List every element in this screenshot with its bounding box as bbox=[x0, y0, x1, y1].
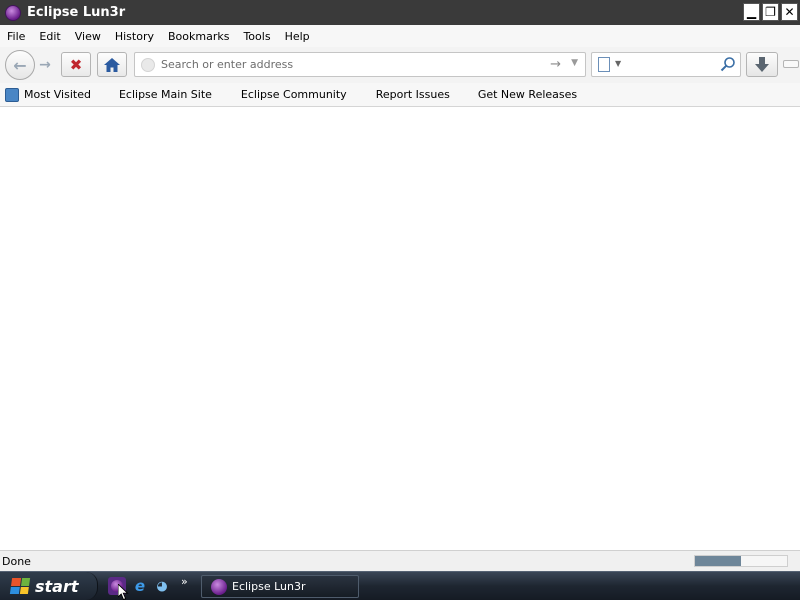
toolbar-overflow-button[interactable] bbox=[783, 60, 799, 68]
menu-help[interactable]: Help bbox=[278, 30, 317, 43]
menu-edit[interactable]: Edit bbox=[32, 30, 67, 43]
eclipse-icon bbox=[5, 4, 21, 21]
bookmark-report-issues[interactable]: Report Issues bbox=[376, 88, 450, 101]
bookmark-eclipse-community[interactable]: Eclipse Community bbox=[241, 88, 347, 101]
address-input[interactable] bbox=[161, 58, 541, 71]
start-label: start bbox=[35, 576, 79, 596]
download-button[interactable] bbox=[746, 52, 778, 77]
most-visited-icon bbox=[5, 87, 19, 102]
menu-bar: File Edit View History Bookmarks Tools H… bbox=[0, 25, 800, 47]
navigation-toolbar: ← → ✖ → ▼ ▼ bbox=[0, 47, 800, 83]
address-bar[interactable]: → ▼ bbox=[134, 52, 586, 77]
bookmark-label: Eclipse Community bbox=[240, 88, 347, 101]
progress-meter bbox=[694, 555, 788, 567]
menu-view[interactable]: View bbox=[68, 30, 108, 43]
forward-arrow-icon: → bbox=[39, 57, 51, 73]
menu-history[interactable]: History bbox=[108, 30, 161, 43]
bookmark-most-visited[interactable]: Most Visited bbox=[5, 87, 91, 102]
status-bar: Done bbox=[0, 550, 800, 571]
title-bar[interactable]: Eclipse Lun3r ▁ ❐ ✕ bbox=[0, 0, 800, 25]
search-bar[interactable]: ▼ bbox=[591, 52, 741, 77]
bookmark-label: Report Issues bbox=[375, 88, 450, 101]
restore-button[interactable]: ❐ bbox=[762, 3, 779, 21]
quicklaunch-internet-explorer-icon[interactable]: e bbox=[131, 577, 149, 595]
mouse-cursor-icon bbox=[118, 584, 129, 600]
back-arrow-icon: ← bbox=[13, 55, 27, 75]
stop-icon: ✖ bbox=[69, 55, 83, 74]
home-icon bbox=[104, 57, 120, 72]
bookmark-eclipse-main-site[interactable]: Eclipse Main Site bbox=[119, 88, 212, 101]
close-button[interactable]: ✕ bbox=[781, 3, 798, 21]
menu-file[interactable]: File bbox=[0, 30, 32, 43]
search-engine-dropdown-icon[interactable]: ▼ bbox=[615, 59, 621, 68]
taskbar-window-button[interactable]: Eclipse Lun3r bbox=[201, 575, 359, 598]
quicklaunch-more-button[interactable]: » bbox=[181, 575, 188, 588]
home-button[interactable] bbox=[97, 52, 127, 77]
window-title: Eclipse Lun3r bbox=[27, 5, 126, 20]
eclipse-icon bbox=[211, 578, 227, 595]
bookmark-get-new-releases[interactable]: Get New Releases bbox=[478, 88, 577, 101]
windows-logo-icon bbox=[9, 578, 31, 594]
go-arrow-icon[interactable]: → bbox=[550, 57, 561, 72]
bookmark-label: Get New Releases bbox=[477, 88, 578, 101]
forward-button[interactable]: → bbox=[35, 55, 55, 75]
status-text: Done bbox=[2, 554, 31, 568]
bookmark-label: Most Visited bbox=[24, 88, 91, 101]
search-engine-icon[interactable] bbox=[598, 57, 610, 72]
progress-fill bbox=[695, 556, 741, 566]
window-controls: ▁ ❐ ✕ bbox=[743, 3, 798, 21]
start-button[interactable]: start bbox=[0, 572, 98, 600]
search-icon[interactable] bbox=[720, 56, 736, 72]
menu-tools[interactable]: Tools bbox=[236, 30, 277, 43]
history-dropdown-icon[interactable]: ▼ bbox=[571, 58, 578, 68]
menu-bookmarks[interactable]: Bookmarks bbox=[161, 30, 236, 43]
taskbar-window-label: Eclipse Lun3r bbox=[232, 580, 306, 593]
bookmark-label: Eclipse Main Site bbox=[118, 88, 212, 101]
page-content[interactable] bbox=[0, 107, 800, 550]
site-identity-icon[interactable] bbox=[141, 57, 155, 72]
back-button[interactable]: ← bbox=[5, 50, 35, 80]
bookmarks-toolbar: Most Visited Eclipse Main Site Eclipse C… bbox=[0, 83, 800, 107]
quicklaunch-ie-update-icon[interactable]: ◕ bbox=[153, 577, 171, 595]
stop-button[interactable]: ✖ bbox=[61, 52, 91, 77]
minimize-button[interactable]: ▁ bbox=[743, 3, 760, 21]
download-icon bbox=[755, 56, 769, 72]
